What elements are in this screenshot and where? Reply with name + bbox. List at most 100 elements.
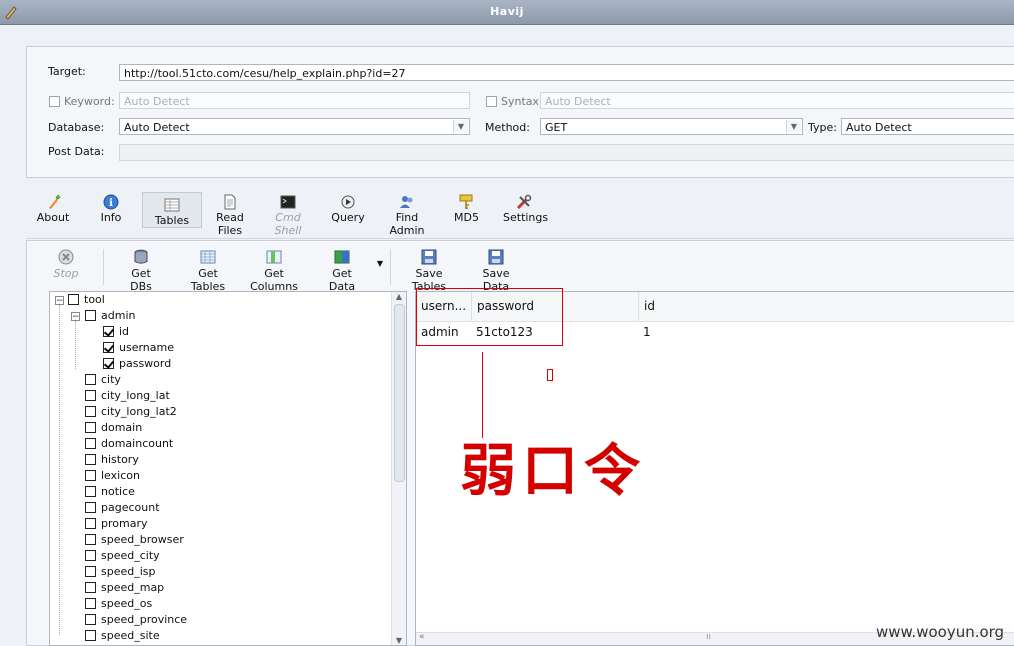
toolbar-separator bbox=[103, 249, 104, 285]
tree-checkbox[interactable] bbox=[85, 486, 96, 497]
scrollbar-thumb[interactable] bbox=[394, 304, 405, 482]
tables-button[interactable]: Tables bbox=[142, 192, 202, 228]
get-tables-button[interactable]: Get Tables bbox=[180, 249, 236, 293]
tree-checkbox[interactable] bbox=[85, 614, 96, 625]
save-icon bbox=[421, 249, 437, 265]
tree-checkbox[interactable] bbox=[85, 518, 96, 529]
type-select[interactable]: Auto Detect bbox=[841, 118, 1014, 135]
tree-checkbox[interactable] bbox=[85, 598, 96, 609]
tree-checkbox[interactable] bbox=[85, 470, 96, 481]
collapse-icon[interactable]: − bbox=[55, 296, 64, 306]
md5-label: MD5 bbox=[454, 211, 479, 224]
scrollbar-grip-icon: ıı bbox=[706, 632, 712, 642]
keyword-label: Keyword: bbox=[64, 95, 115, 108]
table-icon bbox=[200, 250, 216, 264]
tree-checkbox[interactable] bbox=[85, 390, 96, 401]
tree-connector bbox=[59, 305, 60, 635]
tables-label: Tables bbox=[154, 214, 190, 227]
get-dbs-button[interactable]: Get DBs bbox=[119, 249, 163, 293]
tree-checkbox[interactable] bbox=[85, 406, 96, 417]
about-button[interactable]: About bbox=[34, 186, 72, 230]
stop-label: Stop bbox=[53, 267, 79, 280]
tree-checkbox[interactable] bbox=[85, 550, 96, 561]
tree-checkbox[interactable] bbox=[85, 454, 96, 465]
tree-node-label: speed_site bbox=[101, 629, 160, 642]
get-data-button[interactable]: Get Data bbox=[319, 249, 365, 293]
tree-checkbox[interactable] bbox=[85, 630, 96, 641]
tree-node-label: username bbox=[119, 341, 174, 354]
tree-checkbox[interactable] bbox=[85, 534, 96, 545]
tree-checkbox[interactable] bbox=[85, 310, 96, 321]
tree-checkbox[interactable] bbox=[85, 438, 96, 449]
column-header-id[interactable]: id bbox=[639, 292, 1014, 321]
tree-node-label: domain bbox=[101, 421, 143, 434]
tree-node-label: speed_os bbox=[101, 597, 153, 610]
tree-node-label: city bbox=[101, 373, 121, 386]
tree-checkbox[interactable] bbox=[85, 582, 96, 593]
tree-checkbox[interactable] bbox=[68, 294, 79, 305]
tree-node-label: city_long_lat bbox=[101, 389, 170, 402]
info-button[interactable]: i Info bbox=[96, 186, 126, 230]
annotation-marker bbox=[547, 369, 553, 381]
settings-button[interactable]: Settings bbox=[503, 186, 548, 230]
title-bar: Havij bbox=[0, 0, 1014, 25]
find-admin-button[interactable]: Find Admin bbox=[380, 186, 434, 237]
save-data-button[interactable]: Save Data bbox=[469, 249, 523, 293]
tree-node-label: speed_province bbox=[101, 613, 188, 626]
get-columns-label: Get Columns bbox=[250, 267, 298, 293]
tree-checkbox[interactable] bbox=[103, 342, 114, 353]
highlight-box bbox=[416, 288, 563, 346]
md5-button[interactable]: MD5 bbox=[454, 186, 479, 230]
get-tables-label: Get Tables bbox=[190, 267, 226, 293]
tree-node-label: promary bbox=[101, 517, 148, 530]
query-icon bbox=[341, 195, 355, 209]
syntax-input[interactable]: Auto Detect bbox=[540, 92, 1014, 109]
columns-icon bbox=[266, 250, 282, 264]
tree-checkbox[interactable] bbox=[103, 358, 114, 369]
scroll-left-icon[interactable]: « bbox=[419, 632, 425, 642]
document-icon bbox=[224, 194, 236, 210]
tree-checkbox[interactable] bbox=[85, 374, 96, 385]
method-select[interactable]: GET ▼ bbox=[540, 118, 803, 135]
postdata-label: Post Data: bbox=[48, 145, 105, 158]
keyword-checkbox[interactable] bbox=[49, 96, 60, 107]
cmd-shell-label: Cmd Shell bbox=[274, 211, 302, 237]
target-label: Target: bbox=[48, 65, 86, 78]
data-grid-icon bbox=[334, 250, 350, 264]
annotation-text: 弱口令 bbox=[460, 438, 646, 504]
tree-checkbox[interactable] bbox=[85, 422, 96, 433]
get-data-dropdown[interactable]: ▼ bbox=[375, 259, 385, 268]
syntax-checkbox[interactable] bbox=[486, 96, 497, 107]
tree-node-label: speed_browser bbox=[101, 533, 184, 546]
postdata-input[interactable] bbox=[119, 144, 1014, 161]
annotation-line bbox=[482, 352, 483, 438]
database-tree[interactable]: − tool − admin id username password city… bbox=[49, 291, 407, 646]
tree-checkbox[interactable] bbox=[103, 326, 114, 337]
collapse-icon[interactable]: − bbox=[71, 312, 80, 322]
toolbar-separator bbox=[390, 249, 391, 285]
keyword-input[interactable]: Auto Detect bbox=[119, 92, 470, 109]
info-label: Info bbox=[100, 211, 122, 224]
save-tables-button[interactable]: Save Tables bbox=[399, 249, 459, 293]
tree-checkbox[interactable] bbox=[85, 566, 96, 577]
tree-checkbox[interactable] bbox=[85, 502, 96, 513]
tree-node-label: history bbox=[101, 453, 139, 466]
query-button[interactable]: Query bbox=[330, 186, 366, 230]
toolbar-divider bbox=[26, 238, 1014, 239]
get-columns-button[interactable]: Get Columns bbox=[243, 249, 305, 293]
scroll-up-icon[interactable]: ▲ bbox=[392, 292, 406, 301]
query-label: Query bbox=[331, 211, 365, 224]
stop-icon bbox=[58, 249, 74, 265]
watermark: www.wooyun.org bbox=[876, 623, 1005, 641]
tree-node-label: domaincount bbox=[101, 437, 174, 450]
grid-cell-id[interactable]: 1 bbox=[638, 323, 938, 341]
table-icon bbox=[164, 198, 180, 212]
tools-icon bbox=[516, 194, 532, 210]
read-files-button[interactable]: Read Files bbox=[204, 186, 256, 237]
stop-button: Stop bbox=[51, 249, 81, 280]
tree-scrollbar[interactable]: ▲ ▼ bbox=[391, 292, 406, 645]
type-select-value: Auto Detect bbox=[846, 121, 912, 134]
database-select[interactable]: Auto Detect ▼ bbox=[119, 118, 470, 135]
window-title: Havij bbox=[490, 5, 524, 18]
target-input[interactable]: http://tool.51cto.com/cesu/help_explain.… bbox=[119, 64, 1014, 81]
